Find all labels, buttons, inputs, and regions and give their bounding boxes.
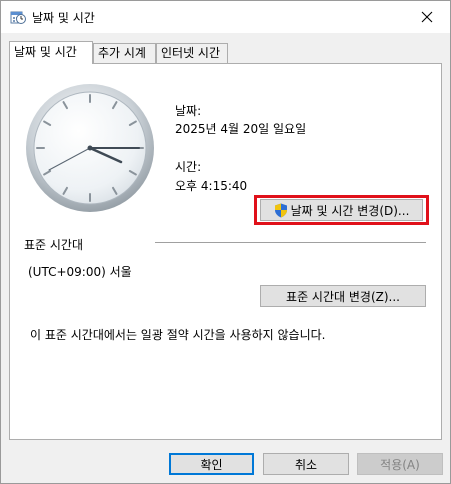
change-date-time-button[interactable]: 날짜 및 시간 변경(D)...: [260, 199, 423, 221]
date-time-panel: 날짜: 2025년 4월 20일 일요일 시간: 오후 4:15:40 날짜 및…: [9, 63, 442, 440]
time-value: 오후 4:15:40: [175, 179, 248, 193]
date-value: 2025년 4월 20일 일요일: [175, 122, 307, 136]
timezone-value: (UTC+09:00) 서울: [28, 265, 132, 279]
tab-additional-clocks[interactable]: 추가 시계: [93, 43, 156, 63]
apply-button[interactable]: 적용(A): [357, 453, 443, 475]
cancel-button[interactable]: 취소: [263, 453, 349, 475]
time-label: 시간:: [175, 160, 202, 174]
uac-shield-icon: [274, 203, 287, 217]
dst-note: 이 표준 시간대에서는 일광 절약 시간을 사용하지 않습니다.: [30, 328, 326, 342]
analog-clock: [24, 82, 156, 214]
date-label: 날짜:: [175, 104, 202, 118]
date-time-dialog: 날짜 및 시간 날짜 및 시간 추가 시계 인터넷 시간 날짜: 2025년 4…: [0, 0, 451, 484]
window-title: 날짜 및 시간: [32, 11, 95, 25]
date-time-app-icon: [10, 9, 26, 25]
timezone-section-label: 표준 시간대: [24, 238, 84, 252]
change-date-time-button-label: 날짜 및 시간 변경(D)...: [290, 203, 410, 218]
title-bar: 날짜 및 시간: [1, 1, 450, 33]
timezone-separator: [155, 242, 426, 243]
ok-button[interactable]: 확인: [169, 453, 254, 475]
tab-date-and-time[interactable]: 날짜 및 시간: [9, 41, 93, 64]
close-button[interactable]: [404, 1, 450, 33]
close-icon: [421, 11, 433, 23]
change-timezone-button[interactable]: 표준 시간대 변경(Z)...: [260, 285, 426, 307]
tab-internet-time[interactable]: 인터넷 시간: [156, 43, 228, 63]
